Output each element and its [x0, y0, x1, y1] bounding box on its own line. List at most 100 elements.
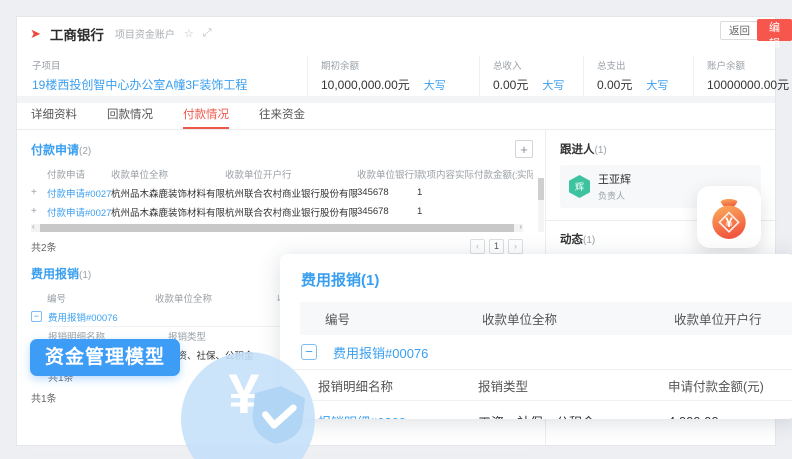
- panel-header: ➤ 工商银行 项目资金账户 ☆ ⤢: [17, 17, 775, 50]
- row-expand-icon[interactable]: +: [31, 187, 47, 198]
- scroll-right-icon[interactable]: ›: [519, 222, 522, 231]
- payment-id-link[interactable]: 付款申请#00272: [47, 205, 111, 219]
- col-number: 编号: [47, 291, 155, 305]
- summary-account-balance: 账户余额 10000000.00元: [693, 56, 773, 96]
- expense-section-title: 费用报销: [31, 267, 79, 281]
- payment-id-link[interactable]: 付款申请#00274: [47, 186, 111, 200]
- uppercase-link[interactable]: 大写: [542, 80, 564, 92]
- edit-button[interactable]: 编辑: [757, 19, 792, 41]
- payee-name: 杭州品木森鹿装饰材料有限公司: [111, 205, 225, 219]
- overlay-table-header: 编号 收款单位全称 收款单位开户行: [300, 302, 792, 335]
- expand-window-icon[interactable]: ⤢: [203, 27, 212, 40]
- tab-details[interactable]: 详细资料: [31, 103, 77, 129]
- col-payment-request: 付款申请: [47, 167, 111, 181]
- tab-current-funds[interactable]: 往来资金: [259, 103, 305, 129]
- row-expand-icon[interactable]: +: [31, 206, 47, 217]
- col-number: 编号: [300, 309, 482, 328]
- followers-title: 跟进人: [560, 144, 595, 156]
- scrollbar-thumb[interactable]: [40, 224, 514, 232]
- apply-amount: 4,000.00: [668, 414, 719, 420]
- current-page[interactable]: 1: [489, 239, 504, 254]
- payment-content: 1: [417, 206, 455, 217]
- field-value: 0.00元: [493, 78, 528, 92]
- tab-bar: 详细资料 回款情况 付款情况 往来资金: [17, 103, 775, 130]
- overlay-expense-row: − 费用报销#00076: [280, 335, 792, 370]
- activity-count: (1): [583, 235, 595, 246]
- add-payment-button[interactable]: +: [515, 140, 533, 158]
- expense-count: (1): [79, 270, 91, 281]
- scroll-left-icon[interactable]: ‹: [32, 222, 35, 231]
- summary-total-expense: 总支出 0.00元大写: [583, 56, 693, 96]
- col-payee-name: 收款单位全称: [155, 291, 277, 305]
- summary-total-income: 总收入 0.00元大写: [479, 56, 583, 96]
- overlay-title: 费用报销: [301, 272, 361, 289]
- overlay-subtable-header: 报销明细名称 报销类型 申请付款金额(元): [280, 370, 792, 401]
- payment-count: (2): [79, 146, 91, 157]
- col-actual-amount: 实际付款金额(元): [455, 167, 517, 181]
- row-collapse-icon[interactable]: −: [31, 311, 42, 322]
- col-actual-date: 实际付款日期: [517, 167, 533, 181]
- vertical-scrollbar[interactable]: [538, 178, 544, 232]
- summary-bar: 子项目 19楼西投创智中心办公室A幢3F装饰工程 期初余额 10,000,000…: [17, 50, 775, 96]
- bank-logo-icon: ➤: [30, 26, 41, 42]
- expense-type: 工资、社保、公积金: [478, 412, 668, 420]
- page-subtitle: 项目资金账户: [115, 26, 175, 41]
- col-bank-account: 收款单位银行账号: [357, 167, 417, 181]
- next-page-button[interactable]: ›: [508, 239, 523, 254]
- col-expense-type: 报销类型: [168, 329, 288, 343]
- overlay-count: (1): [361, 272, 379, 289]
- horizontal-scrollbar[interactable]: ‹ ›: [31, 224, 523, 232]
- follower-role: 负责人: [598, 189, 631, 202]
- subproject-link[interactable]: 19楼西投创智中心办公室A幢3F装饰工程: [32, 76, 294, 93]
- payment-content: 1: [417, 187, 455, 198]
- money-bag-icon: ¥: [706, 194, 752, 240]
- expense-id-link[interactable]: 费用报销#00076: [333, 343, 428, 362]
- follower-name: 王亚辉: [598, 171, 631, 187]
- money-bag-card[interactable]: ¥: [697, 186, 761, 248]
- field-value: 10,000,000.00元: [321, 78, 410, 92]
- col-payee-bank: 收款单位开户行: [674, 309, 762, 328]
- back-button[interactable]: 返回: [720, 21, 759, 40]
- page-title: 工商银行: [50, 24, 104, 44]
- summary-opening-balance: 期初余额 10,000,000.00元 大写: [307, 56, 479, 96]
- field-label: 总支出: [597, 58, 680, 72]
- uppercase-link[interactable]: 大写: [424, 80, 446, 92]
- svg-text:¥: ¥: [725, 215, 733, 230]
- followers-count: (1): [595, 145, 607, 156]
- col-detail-name: 报销明细名称: [318, 376, 478, 395]
- expense-id-link[interactable]: 费用报销#00076: [48, 310, 118, 324]
- detail-id-link[interactable]: 报销明细#0209: [318, 412, 478, 420]
- bank-account: 345678: [357, 206, 417, 217]
- overlay-detail-row: 报销明细#0209 工资、社保、公积金 4,000.00: [280, 401, 792, 419]
- bank-account: 345678: [357, 187, 417, 198]
- col-payment-content: 款项内容: [417, 167, 455, 181]
- activity-title: 动态: [560, 234, 583, 246]
- shield-check-watermark-icon: [246, 381, 310, 449]
- payee-bank: 杭州联合农村商业银行股份有限公司半山支行: [225, 205, 357, 219]
- uppercase-link[interactable]: 大写: [646, 80, 668, 92]
- col-expense-type: 报销类型: [478, 376, 668, 395]
- tab-collections[interactable]: 回款情况: [107, 103, 153, 129]
- field-value: 10000000.00元: [707, 76, 760, 93]
- prev-page-button[interactable]: ‹: [470, 239, 485, 254]
- col-payee-name: 收款单位全称: [111, 167, 225, 181]
- tab-payments[interactable]: 付款情况: [183, 103, 229, 129]
- field-label: 子项目: [32, 58, 294, 72]
- col-apply-amount: 申请付款金额(元): [668, 376, 764, 395]
- expense-overlay-card: 费用报销(1) 编号 收款单位全称 收款单位开户行 − 费用报销#00076 报…: [280, 254, 792, 419]
- section-separator: [17, 96, 775, 103]
- payment-total-count: 共2条: [31, 239, 57, 254]
- payment-section-title: 付款申请: [31, 143, 79, 157]
- field-label: 期初余额: [321, 58, 466, 72]
- payment-table-header: 付款申请 收款单位全称 收款单位开户行 收款单位银行账号 款项内容 实际付款金额…: [31, 165, 533, 183]
- payment-table-footer: 共2条 ‹ 1 ›: [31, 239, 523, 254]
- favorite-star-icon[interactable]: ☆: [184, 27, 194, 40]
- payee-bank: 杭州联合农村商业银行股份有限公司半山支行: [225, 186, 357, 200]
- payment-row: + 付款申请#00274 杭州品木森鹿装饰材料有限公司 杭州联合农村商业银行股份…: [31, 183, 533, 202]
- summary-subproject: 子项目 19楼西投创智中心办公室A幢3F装饰工程: [19, 56, 307, 96]
- payee-name: 杭州品木森鹿装饰材料有限公司: [111, 186, 225, 200]
- col-payee-bank: 收款单位开户行: [225, 167, 357, 181]
- model-badge: 资金管理模型: [30, 339, 180, 376]
- col-payee-name: 收款单位全称: [482, 309, 674, 328]
- avatar: 辉: [569, 175, 590, 198]
